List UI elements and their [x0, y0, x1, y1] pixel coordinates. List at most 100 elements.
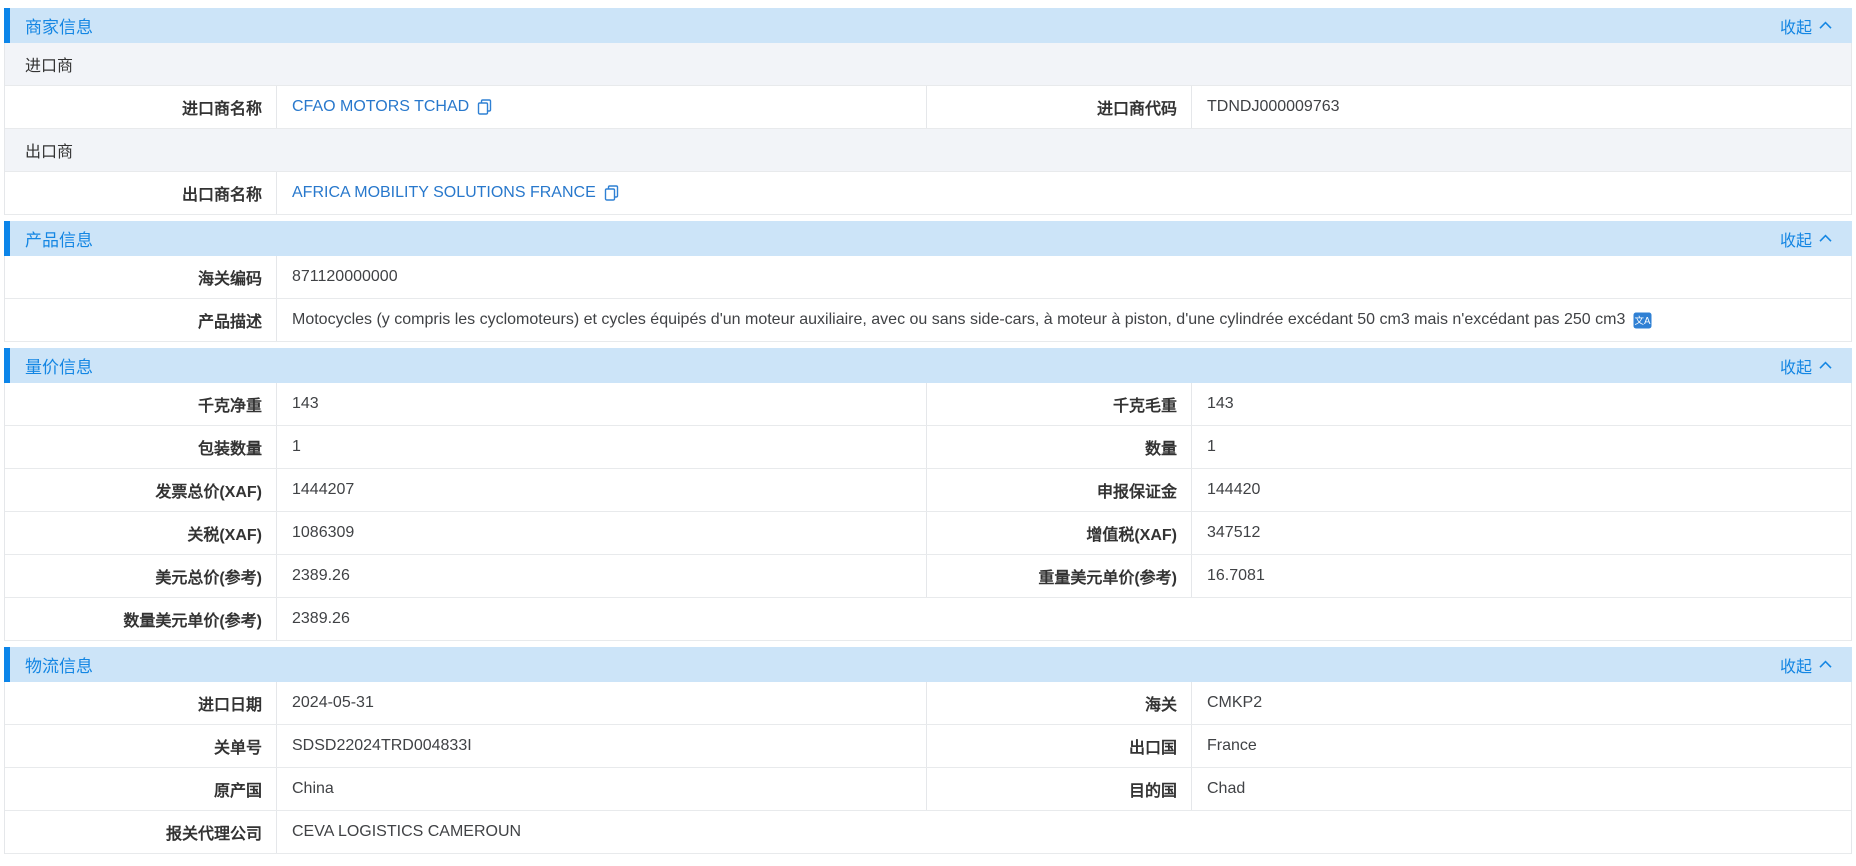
exporter-name-cell: AFRICA MOBILITY SOLUTIONS FRANCE — [277, 172, 1851, 214]
package-qty-value: 1 — [277, 426, 926, 468]
vat-label: 增值税(XAF) — [926, 512, 1192, 554]
importer-name-link[interactable]: CFAO MOTORS TCHAD — [292, 98, 469, 116]
table-row: 数量美元单价(参考) 2389.26 — [5, 598, 1851, 641]
table-row: 关税(XAF) 1086309 增值税(XAF) 347512 — [5, 512, 1851, 555]
export-country-label: 出口国 — [926, 725, 1192, 767]
usd-unit-qty-label: 数量美元单价(参考) — [5, 598, 277, 640]
section-product-info: 产品信息 收起 海关编码 871120000000 产品描述 Motocycle… — [4, 221, 1852, 342]
exporter-name-label: 出口商名称 — [5, 172, 277, 214]
package-qty-label: 包装数量 — [5, 426, 277, 468]
import-date-label: 进口日期 — [5, 682, 277, 724]
section-merchant-info: 商家信息 收起 进口商 进口商名称 CFAO MOTORS TCHAD 进口商代… — [4, 8, 1852, 215]
section-title: 商家信息 — [25, 13, 93, 38]
table-row: 进口日期 2024-05-31 海关 CMKP2 — [5, 682, 1851, 725]
origin-country-label: 原产国 — [5, 768, 277, 810]
collapse-label: 收起 — [1780, 354, 1812, 378]
table-row: 包装数量 1 数量 1 — [5, 426, 1851, 469]
customs-agent-label: 报关代理公司 — [5, 811, 277, 853]
hs-code-label: 海关编码 — [5, 256, 277, 298]
exporter-name-link[interactable]: AFRICA MOBILITY SOLUTIONS FRANCE — [292, 184, 596, 202]
section-title: 量价信息 — [25, 353, 93, 378]
customs-value: CMKP2 — [1192, 682, 1851, 724]
quantity-label: 数量 — [926, 426, 1192, 468]
net-weight-value: 143 — [277, 383, 926, 425]
customs-record-detail: 商家信息 收起 进口商 进口商名称 CFAO MOTORS TCHAD 进口商代… — [4, 8, 1852, 854]
merchant-table: 进口商 进口商名称 CFAO MOTORS TCHAD 进口商代码 TDNDJ0… — [4, 43, 1852, 215]
table-row: 千克净重 143 千克毛重 143 — [5, 383, 1851, 426]
net-weight-label: 千克净重 — [5, 383, 277, 425]
chevron-up-icon — [1819, 660, 1832, 669]
table-row: 原产国 China 目的国 Chad — [5, 768, 1851, 811]
copy-icon[interactable] — [604, 185, 619, 201]
subsection-label: 出口商 — [25, 138, 73, 162]
product-desc-label: 产品描述 — [5, 299, 277, 341]
chevron-up-icon — [1819, 234, 1832, 243]
gross-weight-label: 千克毛重 — [926, 383, 1192, 425]
importer-code-label: 进口商代码 — [926, 86, 1192, 128]
logistics-table: 进口日期 2024-05-31 海关 CMKP2 关单号 SDSD22024TR… — [4, 682, 1852, 854]
logistics-section-header: 物流信息 收起 — [4, 647, 1852, 682]
destination-country-value: Chad — [1192, 768, 1851, 810]
export-country-value: France — [1192, 725, 1851, 767]
importer-code-value: TDNDJ000009763 — [1192, 86, 1851, 128]
quantity-price-table: 千克净重 143 千克毛重 143 包装数量 1 数量 1 发票总价(XAF) … — [4, 383, 1852, 641]
collapse-label: 收起 — [1780, 227, 1812, 251]
collapse-button[interactable]: 收起 — [1780, 227, 1832, 251]
destination-country-label: 目的国 — [926, 768, 1192, 810]
origin-country-value: China — [277, 768, 926, 810]
table-row: 产品描述 Motocycles (y compris les cyclomote… — [5, 299, 1851, 342]
subsection-importer: 进口商 — [5, 43, 1851, 86]
collapse-button[interactable]: 收起 — [1780, 14, 1832, 38]
copy-icon[interactable] — [477, 99, 492, 115]
subsection-label: 进口商 — [25, 52, 73, 76]
section-quantity-price-info: 量价信息 收起 千克净重 143 千克毛重 143 包装数量 1 数量 1 发票… — [4, 348, 1852, 641]
hs-code-value: 871120000000 — [277, 256, 1851, 298]
quantity-price-section-header: 量价信息 收起 — [4, 348, 1852, 383]
vat-value: 347512 — [1192, 512, 1851, 554]
customs-agent-value: CEVA LOGISTICS CAMEROUN — [277, 811, 1851, 853]
section-title: 物流信息 — [25, 652, 93, 677]
section-title: 产品信息 — [25, 226, 93, 251]
subsection-exporter: 出口商 — [5, 129, 1851, 172]
translate-icon[interactable]: 文A — [1633, 312, 1652, 329]
usd-unit-qty-value: 2389.26 — [277, 598, 1851, 640]
table-row: 发票总价(XAF) 1444207 申报保证金 144420 — [5, 469, 1851, 512]
declared-deposit-label: 申报保证金 — [926, 469, 1192, 511]
declaration-no-label: 关单号 — [5, 725, 277, 767]
usd-unit-weight-value: 16.7081 — [1192, 555, 1851, 597]
chevron-up-icon — [1819, 21, 1832, 30]
invoice-total-label: 发票总价(XAF) — [5, 469, 277, 511]
import-date-value: 2024-05-31 — [277, 682, 926, 724]
importer-name-label: 进口商名称 — [5, 86, 277, 128]
declaration-no-value: SDSD22024TRD004833I — [277, 725, 926, 767]
importer-name-cell: CFAO MOTORS TCHAD — [277, 86, 926, 128]
collapse-button[interactable]: 收起 — [1780, 354, 1832, 378]
product-section-header: 产品信息 收起 — [4, 221, 1852, 256]
chevron-up-icon — [1819, 361, 1832, 370]
customs-label: 海关 — [926, 682, 1192, 724]
table-row: 报关代理公司 CEVA LOGISTICS CAMEROUN — [5, 811, 1851, 854]
product-desc-cell: Motocycles (y compris les cyclomoteurs) … — [277, 299, 1851, 341]
customs-duty-label: 关税(XAF) — [5, 512, 277, 554]
product-table: 海关编码 871120000000 产品描述 Motocycles (y com… — [4, 256, 1852, 342]
invoice-total-value: 1444207 — [277, 469, 926, 511]
table-row: 美元总价(参考) 2389.26 重量美元单价(参考) 16.7081 — [5, 555, 1851, 598]
product-desc-text: Motocycles (y compris les cyclomoteurs) … — [292, 311, 1625, 329]
customs-duty-value: 1086309 — [277, 512, 926, 554]
quantity-value: 1 — [1192, 426, 1851, 468]
collapse-label: 收起 — [1780, 653, 1812, 677]
table-row: 出口商名称 AFRICA MOBILITY SOLUTIONS FRANCE — [5, 172, 1851, 215]
usd-unit-weight-label: 重量美元单价(参考) — [926, 555, 1192, 597]
table-row: 关单号 SDSD22024TRD004833I 出口国 France — [5, 725, 1851, 768]
collapse-button[interactable]: 收起 — [1780, 653, 1832, 677]
table-row: 进口商名称 CFAO MOTORS TCHAD 进口商代码 TDNDJ00000… — [5, 86, 1851, 129]
declared-deposit-value: 144420 — [1192, 469, 1851, 511]
section-logistics-info: 物流信息 收起 进口日期 2024-05-31 海关 CMKP2 关单号 SDS… — [4, 647, 1852, 854]
table-row: 海关编码 871120000000 — [5, 256, 1851, 299]
collapse-label: 收起 — [1780, 14, 1812, 38]
merchant-section-header: 商家信息 收起 — [4, 8, 1852, 43]
gross-weight-value: 143 — [1192, 383, 1851, 425]
usd-total-value: 2389.26 — [277, 555, 926, 597]
svg-text:文A: 文A — [1635, 315, 1652, 327]
usd-total-label: 美元总价(参考) — [5, 555, 277, 597]
